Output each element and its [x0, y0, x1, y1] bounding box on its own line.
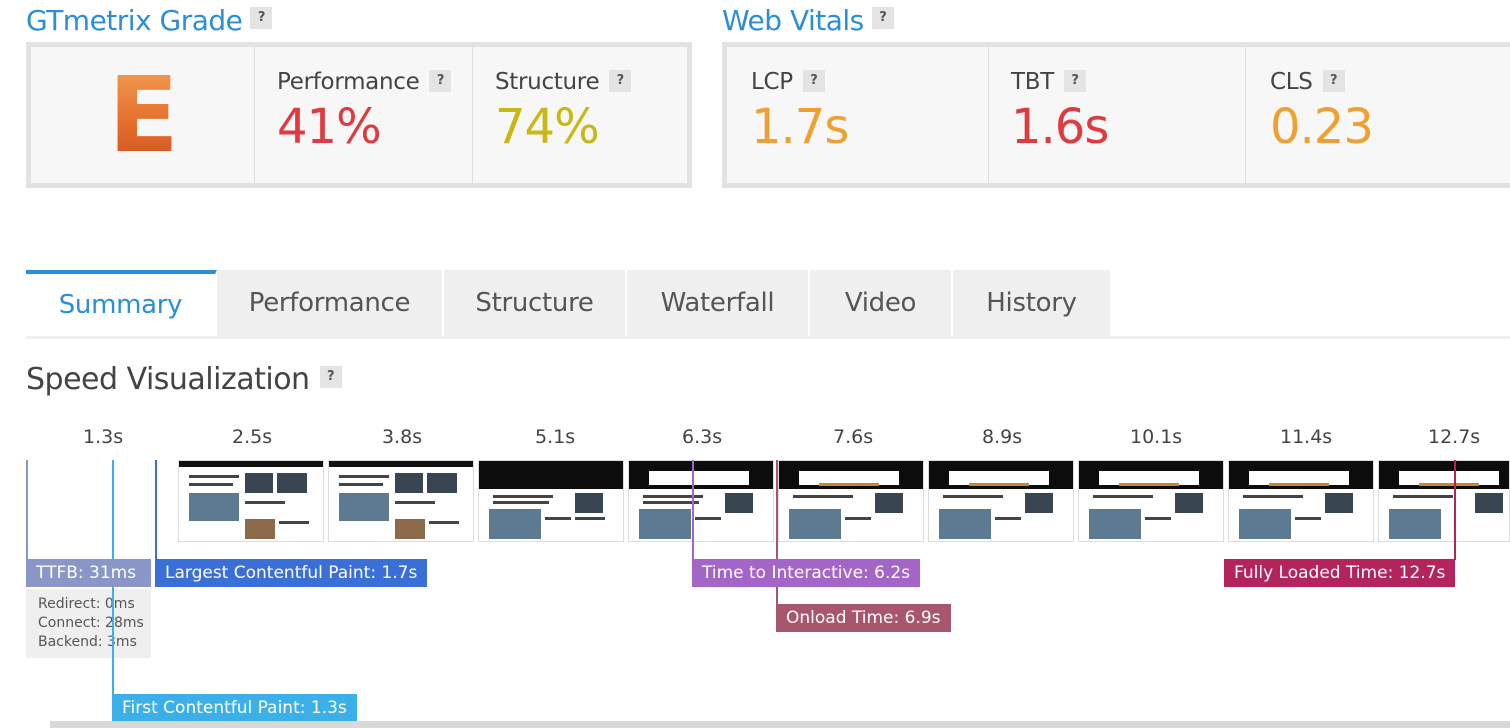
cls-label: CLS — [1270, 69, 1313, 95]
structure-metric: Structure? 74% — [473, 47, 687, 183]
ttfb-label: TTFB: 31ms — [26, 559, 151, 587]
speed-visualization-title: Speed Visualization? — [26, 362, 342, 397]
help-icon[interactable]: ? — [1322, 69, 1345, 92]
help-icon[interactable]: ? — [609, 69, 632, 92]
filmstrip-frame[interactable] — [478, 460, 624, 542]
time-label: 12.7s — [1428, 426, 1481, 448]
time-label: 8.9s — [982, 426, 1023, 448]
gtmetrix-grade-panel: E Performance? 41% Structure? 74% — [26, 42, 692, 188]
connect-time: Connect: 28ms — [38, 615, 144, 631]
tbt-metric: TBT? 1.6s — [989, 47, 1246, 183]
time-label: 1.3s — [83, 426, 124, 448]
help-icon[interactable]: ? — [250, 7, 273, 29]
ttfb-marker-line — [26, 460, 28, 560]
filmstrip-frame[interactable] — [1228, 460, 1374, 542]
filmstrip-frame[interactable] — [178, 460, 324, 542]
cls-metric: CLS? 0.23 — [1246, 47, 1510, 183]
help-icon[interactable]: ? — [319, 365, 342, 388]
filmstrip-frame[interactable] — [928, 460, 1074, 542]
web-vitals-panel: LCP? 1.7s TBT? 1.6s CLS? 0.23 — [722, 42, 1510, 188]
help-icon[interactable]: ? — [802, 69, 825, 92]
lcp-marker-label: Largest Contentful Paint: 1.7s — [155, 559, 428, 587]
help-icon[interactable]: ? — [871, 7, 894, 29]
tabs-divider — [26, 336, 1510, 339]
lcp-marker-line — [155, 460, 157, 560]
filmstrip-frame[interactable] — [328, 460, 474, 542]
filmstrip-frame[interactable] — [778, 460, 924, 542]
grade-letter: E — [107, 54, 179, 176]
cls-value: 0.23 — [1270, 99, 1374, 155]
tab-summary[interactable]: Summary — [26, 270, 217, 336]
filmstrip-frame[interactable] — [1078, 460, 1224, 542]
fully-loaded-marker-label: Fully Loaded Time: 12.7s — [1224, 559, 1456, 587]
tab-video[interactable]: Video — [810, 270, 953, 336]
tab-history[interactable]: History — [953, 270, 1112, 336]
grade-cell: E — [31, 47, 255, 183]
tab-structure[interactable]: Structure — [444, 270, 627, 336]
tab-performance[interactable]: Performance — [217, 270, 444, 336]
time-label: 11.4s — [1280, 426, 1333, 448]
time-label: 2.5s — [232, 426, 273, 448]
tab-waterfall[interactable]: Waterfall — [627, 270, 810, 336]
time-label: 7.6s — [833, 426, 874, 448]
redirect-time: Redirect: 0ms — [38, 596, 135, 612]
report-tabs: Summary Performance Structure Waterfall … — [26, 270, 1112, 336]
fcp-marker-line-overlay — [112, 589, 114, 658]
performance-value: 41% — [277, 99, 382, 155]
lcp-label: LCP — [751, 69, 793, 95]
lcp-metric: LCP? 1.7s — [727, 47, 989, 183]
tbt-value: 1.6s — [1011, 99, 1109, 155]
filmstrip-frame[interactable] — [1378, 460, 1510, 542]
backend-time: Backend: 3ms — [38, 634, 137, 650]
web-vitals-title: Web Vitals? — [722, 4, 894, 37]
horizontal-scrollbar[interactable] — [50, 721, 1510, 728]
help-icon[interactable]: ? — [1063, 69, 1086, 92]
performance-label: Performance — [277, 69, 420, 95]
tti-marker-line — [692, 460, 694, 560]
tbt-label: TBT — [1011, 69, 1054, 95]
fcp-marker-label: First Contentful Paint: 1.3s — [112, 694, 357, 722]
filmstrip-frame[interactable] — [628, 460, 774, 542]
help-icon[interactable]: ? — [429, 69, 452, 92]
time-label: 10.1s — [1130, 426, 1183, 448]
gtmetrix-grade-title: GTmetrix Grade? — [26, 4, 273, 37]
structure-value: 74% — [495, 99, 600, 155]
performance-metric: Performance? 41% — [255, 47, 473, 183]
time-label: 5.1s — [535, 426, 576, 448]
time-label: 6.3s — [682, 426, 723, 448]
onload-marker-label: Onload Time: 6.9s — [776, 604, 951, 632]
structure-label: Structure — [495, 69, 600, 95]
lcp-value: 1.7s — [751, 99, 849, 155]
tti-marker-label: Time to Interactive: 6.2s — [692, 559, 921, 587]
fully-loaded-marker-line — [1454, 460, 1456, 560]
ttfb-detail: Redirect: 0ms Connect: 28ms Backend: 3ms — [26, 589, 151, 658]
time-label: 3.8s — [382, 426, 423, 448]
